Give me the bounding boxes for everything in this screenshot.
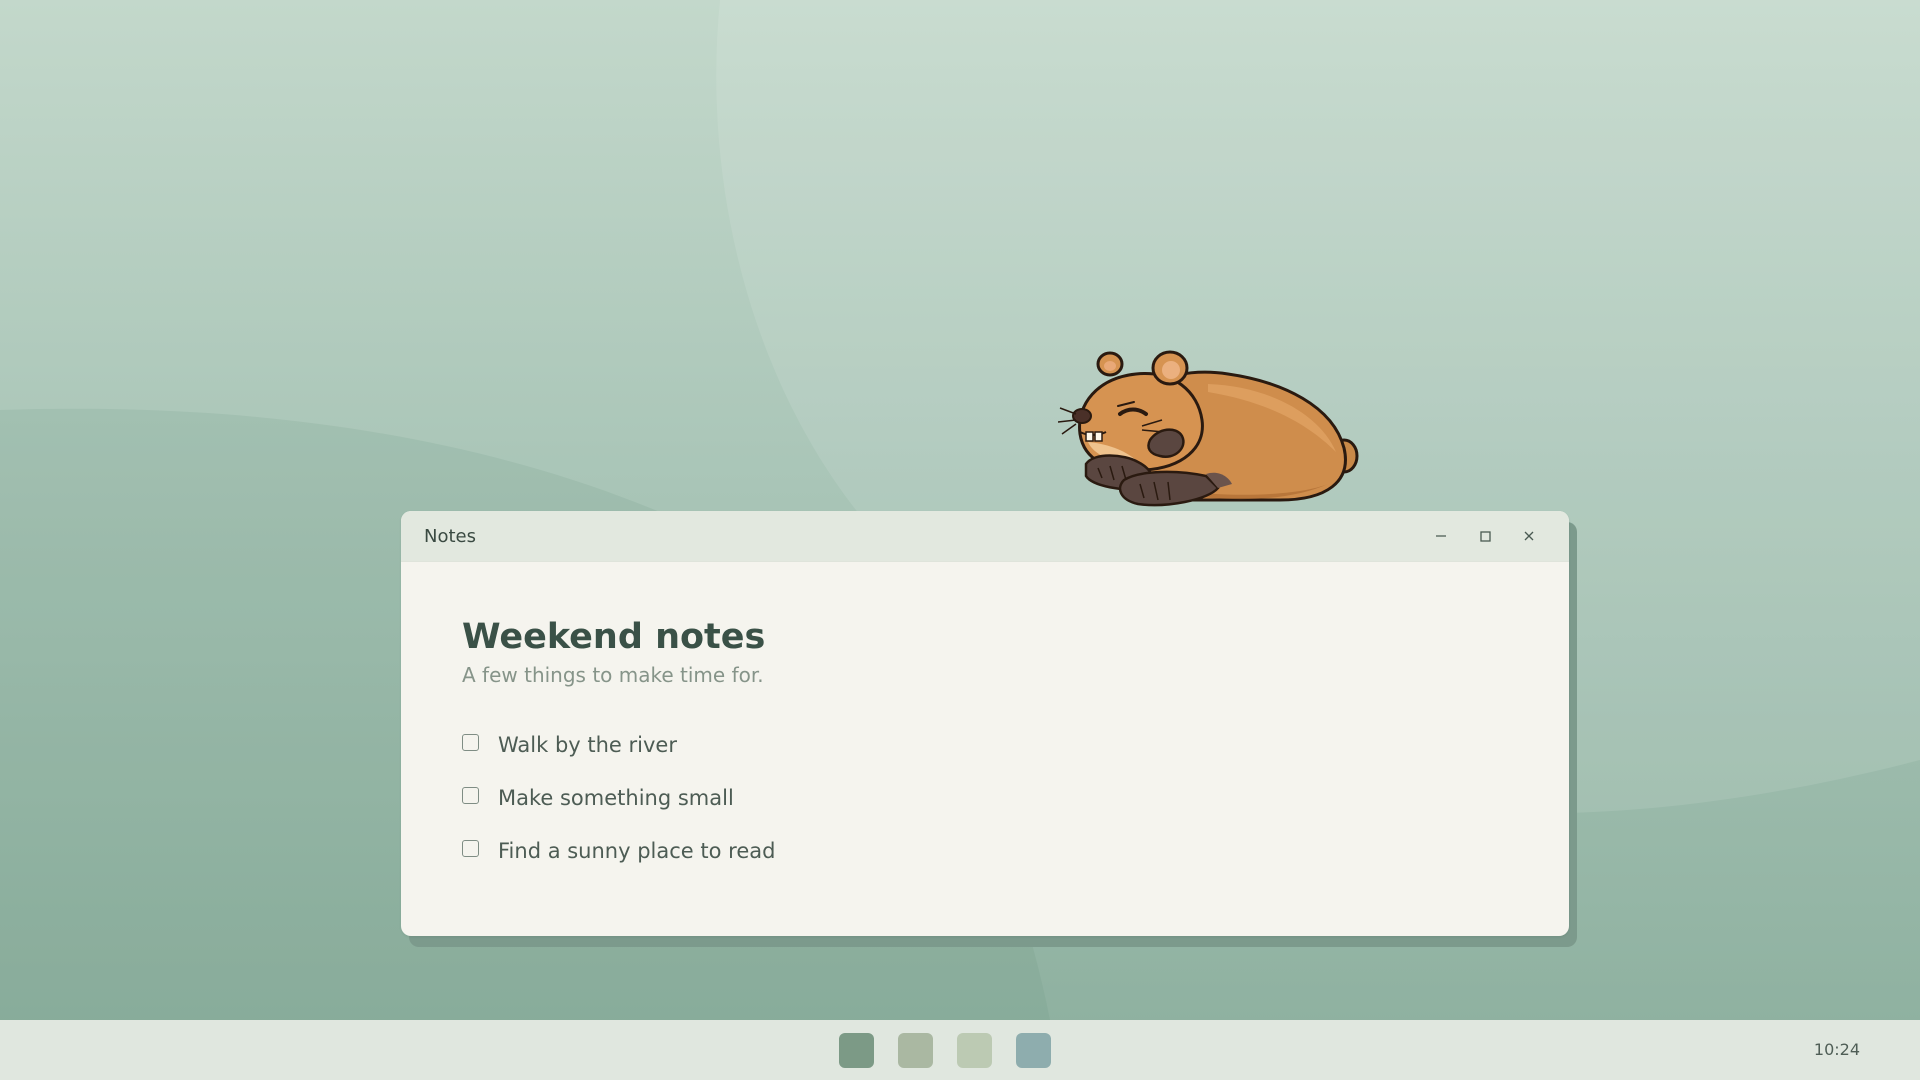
checkbox[interactable]	[462, 734, 479, 751]
note-title[interactable]: Weekend notes	[462, 616, 1508, 658]
taskbar-app-icon[interactable]	[957, 1033, 992, 1068]
close-button[interactable]	[1507, 521, 1551, 551]
window-title: Notes	[424, 526, 476, 547]
window-titlebar[interactable]: Notes	[401, 511, 1569, 562]
taskbar-app-icon[interactable]	[898, 1033, 933, 1068]
minimize-icon	[1436, 535, 1446, 537]
taskbar-app-icon[interactable]	[839, 1033, 874, 1068]
checklist-item: Walk by the river	[462, 718, 1508, 771]
note-content: Weekend notes A few things to make time …	[401, 562, 1569, 877]
maximize-button[interactable]	[1463, 521, 1507, 551]
close-icon	[1524, 531, 1534, 541]
notes-window: Notes Weekend notes A few things to make…	[401, 511, 1569, 936]
checklist-item-label[interactable]: Find a sunny place to read	[498, 839, 775, 863]
minimize-button[interactable]	[1419, 521, 1463, 551]
checklist-item-label[interactable]: Walk by the river	[498, 733, 677, 757]
note-subtitle[interactable]: A few things to make time for.	[462, 662, 1508, 688]
checkbox[interactable]	[462, 840, 479, 857]
maximize-icon	[1480, 531, 1491, 542]
checklist-item: Make something small	[462, 771, 1508, 824]
hamster-sprite[interactable]	[1058, 344, 1364, 514]
checklist-item-label[interactable]: Make something small	[498, 786, 734, 810]
desktop: Notes Weekend notes A few things to make…	[0, 0, 1920, 1080]
taskbar-clock[interactable]: 10:24	[1814, 1040, 1860, 1059]
taskbar: 10:24	[0, 1020, 1920, 1080]
checkbox[interactable]	[462, 787, 479, 804]
checklist: Walk by the river Make something small F…	[462, 718, 1508, 877]
taskbar-apps	[839, 1033, 1051, 1068]
window-controls	[1419, 521, 1551, 551]
taskbar-app-icon[interactable]	[1016, 1033, 1051, 1068]
checklist-item: Find a sunny place to read	[462, 824, 1508, 877]
